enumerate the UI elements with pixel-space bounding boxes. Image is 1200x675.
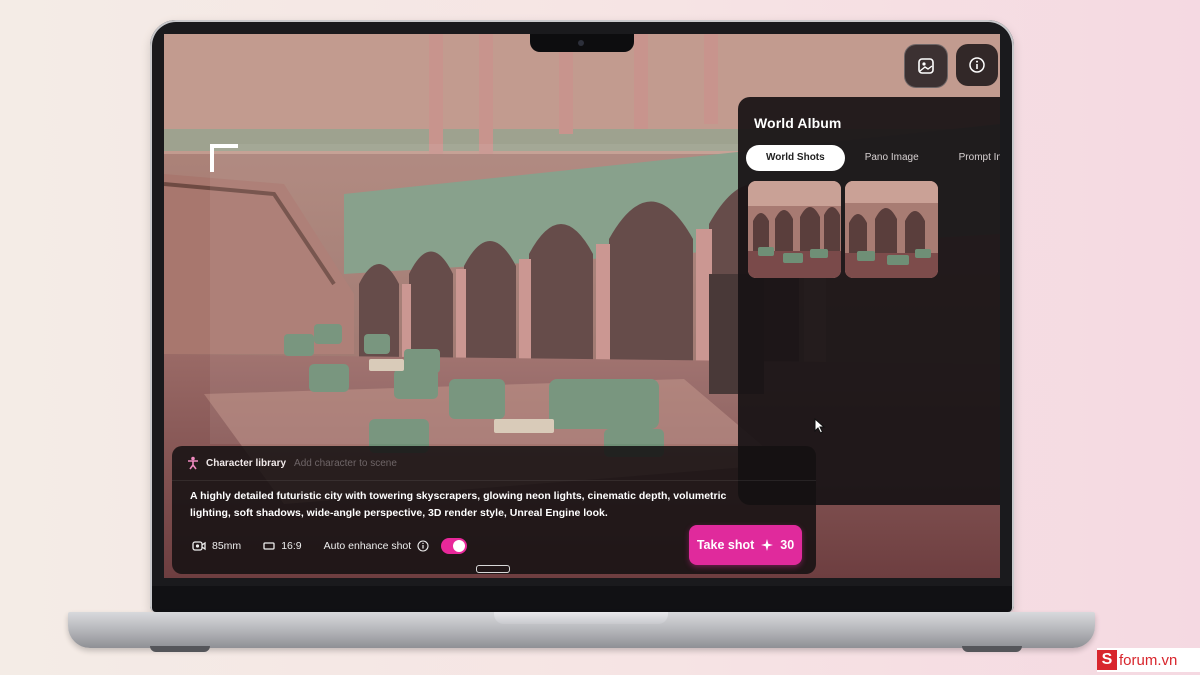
laptop-base — [68, 612, 1095, 648]
take-shot-button[interactable]: Take shot 30 — [689, 525, 802, 565]
album-button[interactable] — [904, 44, 948, 88]
tab-pano-image[interactable]: Pano Image — [845, 145, 939, 171]
lens-selector[interactable]: 85mm — [192, 540, 241, 552]
album-title: World Album — [754, 115, 842, 131]
watermark-logo: S forum.vn — [1097, 648, 1200, 672]
sparkle-icon — [761, 539, 774, 551]
character-placeholder: Add character to scene — [294, 457, 397, 469]
laptop-foot — [962, 646, 1022, 652]
character-library-row[interactable]: Character library Add character to scene — [186, 456, 397, 470]
take-shot-label: Take shot — [696, 538, 755, 552]
auto-enhance-toggle[interactable] — [441, 538, 468, 554]
info-button[interactable] — [956, 44, 998, 86]
album-tabs: World Shots Pano Image Prompt Im — [746, 145, 1000, 171]
auto-enhance-control: Auto enhance shot — [324, 538, 468, 554]
info-icon — [969, 57, 985, 73]
laptop-bezel — [152, 586, 1012, 612]
character-library-label: Character library — [206, 457, 287, 469]
shot-controls: 85mm 16:9 Auto enhance shot — [192, 538, 489, 554]
album-thumbnail[interactable] — [845, 181, 938, 278]
album-thumbnails — [748, 181, 938, 278]
camera-notch — [530, 34, 634, 52]
aspect-ratio-icon — [263, 542, 275, 550]
tab-world-shots[interactable]: World Shots — [746, 145, 845, 171]
prompt-divider — [172, 480, 816, 481]
base-opening — [494, 612, 668, 624]
aspect-selector[interactable]: 16:9 — [263, 540, 302, 552]
info-circle-icon[interactable] — [417, 540, 429, 552]
world-album-panel: World Album World Shots Pano Image Promp… — [738, 97, 1000, 505]
camera-lens-icon — [192, 541, 206, 551]
credit-count: 30 — [780, 538, 795, 552]
laptop-foot — [150, 646, 210, 652]
character-icon — [188, 456, 198, 470]
prompt-bar: Character library Add character to scene… — [172, 446, 816, 574]
cursor-icon — [814, 418, 826, 434]
prompt-input[interactable]: A highly detailed futuristic city with t… — [190, 488, 746, 522]
frame-corner-marker — [210, 144, 238, 172]
auto-enhance-label: Auto enhance shot — [323, 540, 412, 552]
app-screen: World Album World Shots Pano Image Promp… — [164, 34, 1000, 578]
aspect-value: 16:9 — [281, 540, 302, 552]
watermark-text: forum.vn — [1119, 651, 1178, 669]
capture-frame — [210, 144, 740, 444]
album-thumbnail[interactable] — [748, 181, 841, 278]
album-icon — [918, 58, 934, 74]
webcam — [578, 40, 584, 46]
prompt-bar-handle[interactable] — [476, 565, 510, 573]
watermark-letter: S — [1097, 650, 1117, 670]
lens-value: 85mm — [212, 540, 242, 552]
thumbnail-image — [845, 181, 938, 278]
thumbnail-image — [748, 181, 841, 278]
tab-prompt-image[interactable]: Prompt Im — [939, 145, 1000, 171]
